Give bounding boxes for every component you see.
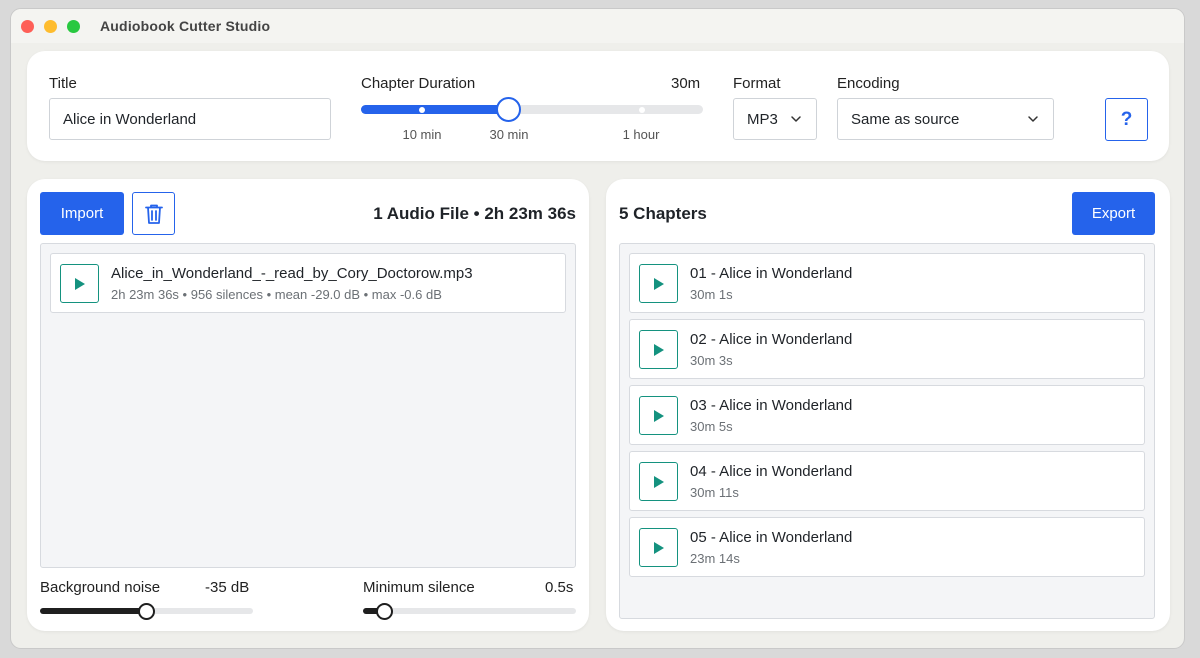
duration-tick-label: 1 hour — [622, 127, 660, 142]
chapter-duration: 23m 14s — [690, 551, 740, 566]
format-select-value: MP3 — [747, 110, 778, 128]
import-button[interactable]: Import — [40, 192, 124, 235]
chapter-duration-fill — [361, 105, 509, 114]
background-noise-value: -35 dB — [205, 579, 250, 596]
close-window-button[interactable] — [21, 19, 34, 33]
play-icon — [653, 343, 664, 356]
window-controls — [21, 19, 80, 33]
audio-file-name: Alice_in_Wonderland_-_read_by_Cory_Docto… — [111, 265, 473, 282]
background-noise-fill — [40, 608, 147, 614]
play-icon — [74, 277, 85, 290]
minimum-silence-knob[interactable] — [375, 602, 393, 620]
audio-file-details: 2h 23m 36s • 956 silences • mean -29.0 d… — [111, 287, 442, 302]
trash-icon — [144, 204, 163, 224]
audio-files-card: Import 1 Audio File • 2h 23m 36s Alice_i… — [27, 179, 589, 631]
minimum-silence-label: Minimum silence — [363, 579, 475, 596]
delete-button[interactable] — [132, 192, 175, 235]
list-item[interactable]: 01 - Alice in Wonderland 30m 1s — [629, 253, 1145, 313]
background-noise-knob[interactable] — [138, 602, 155, 620]
play-icon — [653, 277, 664, 290]
duration-tick-1hour — [639, 106, 646, 113]
format-label: Format — [733, 75, 781, 92]
chapter-title: 05 - Alice in Wonderland — [690, 529, 853, 546]
chapter-duration: 30m 11s — [690, 485, 739, 500]
chapter-duration-knob[interactable] — [495, 97, 521, 122]
chapter-title: 02 - Alice in Wonderland — [690, 331, 853, 348]
format-select[interactable]: MP3 — [733, 98, 817, 140]
duration-tick-label: 30 min — [489, 127, 529, 142]
title-label: Title — [49, 75, 77, 92]
help-button[interactable]: ? — [1105, 98, 1148, 141]
play-icon — [653, 541, 664, 554]
encoding-label: Encoding — [837, 75, 900, 92]
list-item[interactable]: 03 - Alice in Wonderland 30m 5s — [629, 385, 1145, 445]
list-item[interactable]: Alice_in_Wonderland_-_read_by_Cory_Docto… — [50, 253, 566, 313]
minimum-silence-value: 0.5s — [545, 579, 574, 596]
duration-tick-label: 10 min — [402, 127, 442, 142]
chapter-duration: 30m 3s — [690, 353, 733, 368]
encoding-select-value: Same as source — [851, 110, 960, 128]
chapters-heading: 5 Chapters — [619, 204, 707, 223]
encoding-select[interactable]: Same as source — [837, 98, 1054, 140]
list-item[interactable]: 02 - Alice in Wonderland 30m 3s — [629, 319, 1145, 379]
export-button[interactable]: Export — [1072, 192, 1155, 235]
chapter-title: 01 - Alice in Wonderland — [690, 265, 853, 282]
play-button[interactable] — [639, 528, 678, 567]
play-icon — [653, 475, 664, 488]
background-noise-label: Background noise — [40, 579, 161, 596]
duration-tick-10min — [418, 106, 425, 113]
chapter-duration-slider[interactable] — [361, 97, 703, 122]
audio-file-list: Alice_in_Wonderland_-_read_by_Cory_Docto… — [40, 243, 576, 568]
play-button[interactable] — [639, 396, 678, 435]
chapter-title: 03 - Alice in Wonderland — [690, 397, 853, 414]
list-item[interactable]: 05 - Alice in Wonderland 23m 14s — [629, 517, 1145, 577]
audio-files-summary: 1 Audio File • 2h 23m 36s — [373, 204, 576, 223]
zoom-window-button[interactable] — [67, 19, 80, 33]
title-bar: Audiobook Cutter Studio — [11, 9, 1184, 43]
play-icon — [653, 409, 664, 422]
play-button[interactable] — [60, 264, 99, 303]
chapter-list: 01 - Alice in Wonderland 30m 1s 02 - Ali… — [619, 243, 1155, 619]
app-window: Audiobook Cutter Studio Title Alice in W… — [10, 8, 1185, 649]
background-noise-slider[interactable] — [40, 602, 253, 620]
minimum-silence-slider[interactable] — [363, 602, 576, 620]
window-title: Audiobook Cutter Studio — [100, 18, 271, 34]
chevron-down-icon — [1028, 116, 1038, 122]
chapter-duration-label: Chapter Duration — [361, 75, 476, 92]
chapter-duration: 30m 5s — [690, 419, 733, 434]
list-item[interactable]: 04 - Alice in Wonderland 30m 11s — [629, 451, 1145, 511]
minimize-window-button[interactable] — [44, 19, 57, 33]
play-button[interactable] — [639, 462, 678, 501]
play-button[interactable] — [639, 330, 678, 369]
chapter-title: 04 - Alice in Wonderland — [690, 463, 853, 480]
settings-card: Title Alice in Wonderland Chapter Durati… — [27, 51, 1169, 161]
chapters-card: 5 Chapters Export 01 - Alice in Wonderla… — [606, 179, 1170, 631]
title-input[interactable]: Alice in Wonderland — [49, 98, 331, 140]
chevron-down-icon — [791, 116, 801, 122]
chapter-duration-value: 30m — [671, 75, 701, 92]
chapter-duration: 30m 1s — [690, 287, 733, 302]
play-button[interactable] — [639, 264, 678, 303]
